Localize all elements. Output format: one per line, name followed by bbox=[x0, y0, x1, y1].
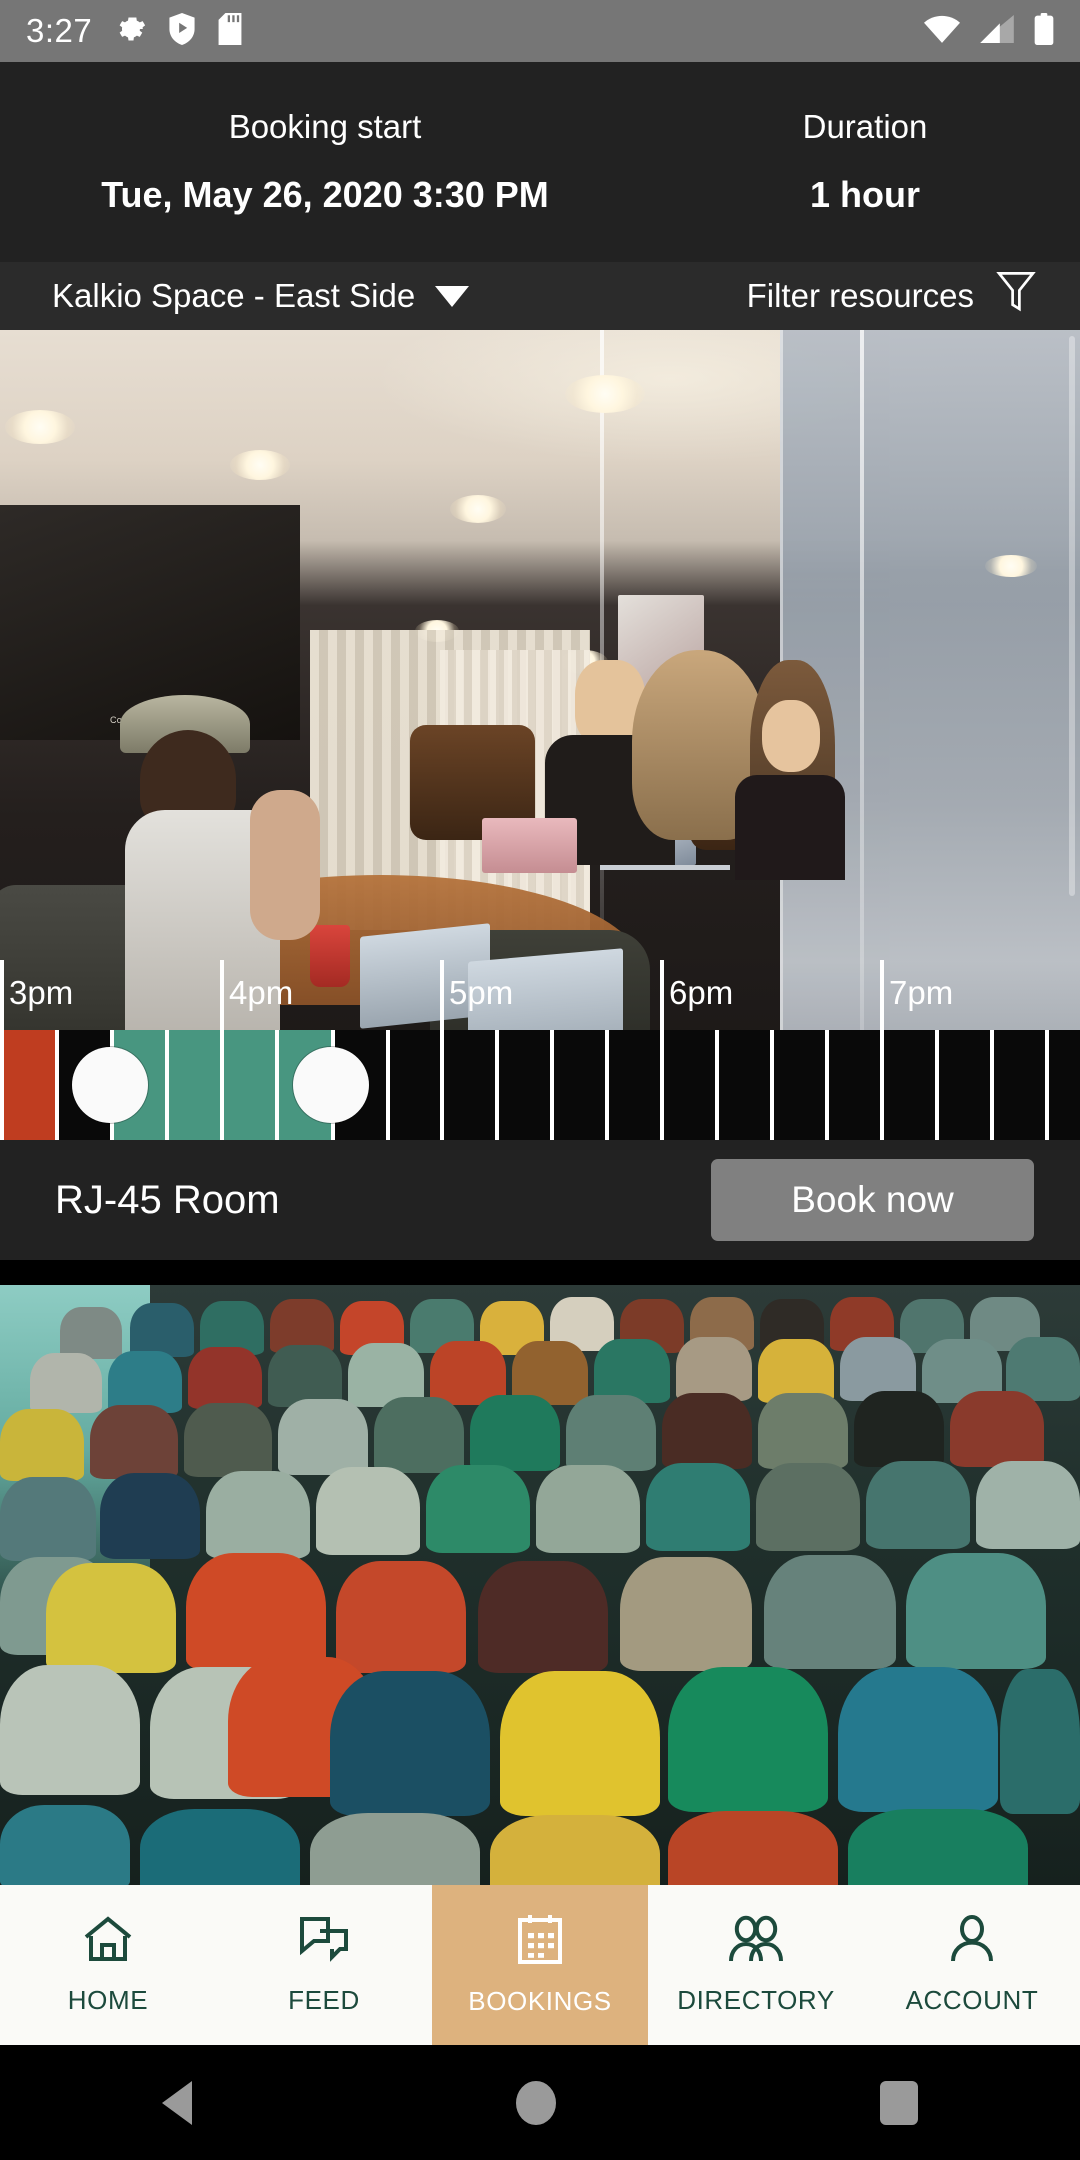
recents-square-icon[interactable] bbox=[880, 2080, 918, 2125]
cellular-signal-icon bbox=[980, 14, 1014, 48]
android-navigation-bar bbox=[0, 2045, 1080, 2160]
availability-timeline[interactable]: 3pm 4pm 5pm 6pm 7pm bbox=[0, 960, 1080, 1140]
chat-icon bbox=[298, 1914, 350, 1969]
back-triangle-icon[interactable] bbox=[162, 2080, 192, 2125]
auditorium-chairs-photo bbox=[0, 1285, 1080, 1885]
status-bar-notification-icons bbox=[116, 12, 242, 50]
booking-duration-label: Duration bbox=[802, 108, 928, 145]
space-selector-label: Kalkio Space - East Side bbox=[52, 277, 416, 314]
status-bar-clock: 3:27 bbox=[26, 12, 93, 49]
funnel-icon bbox=[996, 270, 1036, 322]
timeline-busy-block bbox=[0, 1030, 57, 1140]
nav-label-account: ACCOUNT bbox=[905, 1985, 1039, 2015]
resource-name: RJ-45 Room bbox=[55, 1177, 280, 1222]
home-icon bbox=[82, 1914, 134, 1969]
sd-card-icon bbox=[218, 12, 242, 50]
resource-card[interactable]: Commercial break in progress bbox=[0, 330, 1080, 1260]
booking-start-block[interactable]: Booking start Tue, May 26, 2020 3:30 PM bbox=[0, 62, 650, 262]
nav-label-directory: DIRECTORY bbox=[677, 1985, 835, 2015]
booking-start-value[interactable]: Tue, May 26, 2020 3:30 PM bbox=[101, 174, 549, 216]
nav-label-feed: FEED bbox=[288, 1985, 360, 2015]
space-selector[interactable]: Kalkio Space - East Side bbox=[52, 277, 470, 315]
timeline-end-handle[interactable] bbox=[293, 1047, 369, 1123]
gear-icon bbox=[116, 14, 146, 49]
nav-item-feed[interactable]: FEED bbox=[216, 1885, 432, 2045]
people-icon bbox=[728, 1914, 784, 1969]
filter-resources-button[interactable]: Filter resources bbox=[747, 270, 1036, 322]
timeline-hour-label: 6pm bbox=[669, 974, 734, 1011]
meeting-room-photo: Commercial break in progress bbox=[0, 330, 1080, 1140]
nav-label-home: HOME bbox=[67, 1985, 149, 2015]
timeline-hour-label: 3pm bbox=[9, 974, 74, 1011]
timeline-start-handle[interactable] bbox=[72, 1047, 148, 1123]
timeline-hour-label: 7pm bbox=[889, 974, 954, 1011]
booking-duration-block[interactable]: Duration 1 hour bbox=[650, 62, 1080, 262]
shield-play-icon bbox=[168, 12, 196, 50]
bottom-navigation-bar: HOME FEED BOOKINGS DIRECTORY ACCOUNT bbox=[0, 1885, 1080, 2045]
nav-item-account[interactable]: ACCOUNT bbox=[864, 1885, 1080, 2045]
status-bar: 3:27 bbox=[0, 0, 1080, 62]
nav-item-bookings[interactable]: BOOKINGS bbox=[432, 1885, 648, 2045]
chevron-down-icon bbox=[435, 285, 470, 307]
nav-item-directory[interactable]: DIRECTORY bbox=[648, 1885, 864, 2045]
timeline-hour-label: 4pm bbox=[229, 974, 294, 1011]
booking-start-label: Booking start bbox=[228, 108, 422, 145]
person-icon bbox=[948, 1914, 996, 1969]
resource-card-footer: RJ-45 Room Book now bbox=[0, 1140, 1080, 1260]
nav-item-home[interactable]: HOME bbox=[0, 1885, 216, 2045]
app-root: 3:27 Booking start Tue, May 26, 2020 3:3… bbox=[0, 0, 1080, 2160]
nav-label-bookings: BOOKINGS bbox=[468, 1986, 612, 2016]
calendar-icon bbox=[514, 1913, 566, 1970]
wifi-icon bbox=[924, 15, 960, 48]
book-now-button[interactable]: Book now bbox=[711, 1159, 1034, 1241]
booking-header: Booking start Tue, May 26, 2020 3:30 PM … bbox=[0, 62, 1080, 262]
booking-duration-value[interactable]: 1 hour bbox=[810, 174, 920, 216]
status-bar-system-icons bbox=[924, 12, 1054, 50]
timeline-hour-labels: 3pm 4pm 5pm 6pm 7pm bbox=[0, 960, 1080, 1030]
battery-icon bbox=[1034, 12, 1054, 50]
vertical-scrollbar[interactable] bbox=[1069, 336, 1075, 896]
timeline-hour-label: 5pm bbox=[449, 974, 514, 1011]
resource-card[interactable] bbox=[0, 1285, 1080, 1885]
filter-resources-label: Filter resources bbox=[746, 277, 974, 314]
filter-bar: Kalkio Space - East Side Filter resource… bbox=[0, 262, 1080, 330]
home-circle-icon[interactable] bbox=[516, 2080, 556, 2125]
